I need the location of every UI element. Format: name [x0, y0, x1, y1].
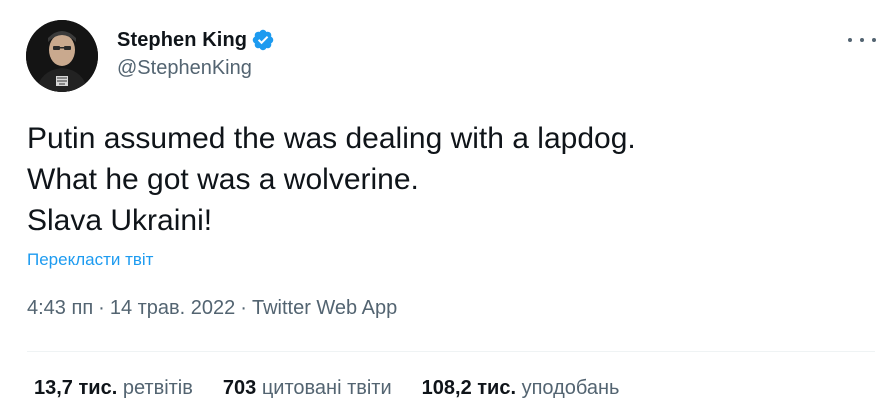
- tweet-text-line: Slava Ukraini!: [27, 204, 213, 237]
- stat-retweets[interactable]: 13,7 тис. ретвітів: [34, 377, 193, 400]
- verified-badge-icon: [251, 28, 275, 52]
- meta-separator: ·: [240, 297, 247, 319]
- stat-label: уподобань: [521, 377, 620, 399]
- tweet-text-line: Putin assumed the was dealing with a lap…: [27, 122, 636, 155]
- tweet-stats: 13,7 тис. ретвітів 703 цитовані твіти 10…: [34, 377, 649, 400]
- stat-quote-tweets[interactable]: 703 цитовані твіти: [223, 377, 392, 400]
- translate-tweet-link[interactable]: Перекласти твіт: [27, 250, 153, 270]
- author-name-row: Stephen King: [117, 27, 275, 53]
- tweet-meta: 4:43 пп · 14 трав. 2022 · Twitter Web App: [27, 297, 397, 320]
- more-options-icon[interactable]: [848, 30, 876, 50]
- tweet-text-line: What he got was a wolverine.: [27, 163, 419, 196]
- stat-label: цитовані твіти: [261, 377, 392, 399]
- stat-value: 13,7 тис.: [34, 377, 118, 399]
- stat-likes[interactable]: 108,2 тис. уподобань: [422, 377, 620, 400]
- stat-label: ретвітів: [122, 377, 193, 399]
- dot: [860, 38, 864, 42]
- dot: [872, 38, 876, 42]
- avatar-image: [26, 20, 98, 92]
- stat-value: 703: [222, 377, 257, 399]
- dot: [848, 38, 852, 42]
- tweet-text: Putin assumed the was dealing with a lap…: [27, 118, 867, 241]
- tweet-time[interactable]: 4:43 пп: [27, 297, 93, 319]
- stat-value: 108,2 тис.: [421, 377, 517, 399]
- author-name[interactable]: Stephen King: [117, 29, 247, 52]
- tweet-card: Stephen King @StephenKing Putin assumed …: [0, 0, 895, 420]
- meta-separator: ·: [98, 297, 105, 319]
- tweet-source[interactable]: Twitter Web App: [252, 297, 397, 319]
- author-handle[interactable]: @StephenKing: [117, 57, 252, 80]
- avatar[interactable]: [26, 20, 98, 92]
- tweet-date[interactable]: 14 трав. 2022: [110, 297, 235, 319]
- divider: [27, 351, 875, 352]
